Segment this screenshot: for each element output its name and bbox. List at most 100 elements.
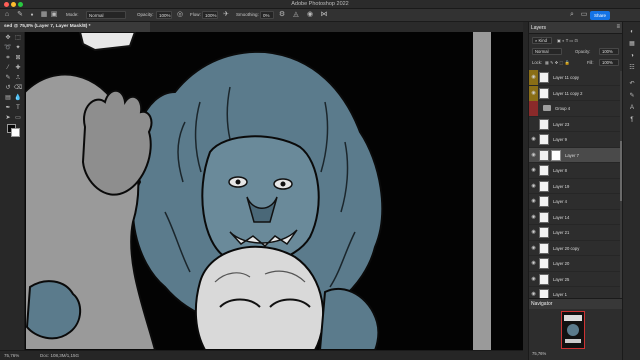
pen-tool-icon[interactable]: ✒ xyxy=(3,104,13,113)
fill-input[interactable]: 100% xyxy=(599,59,619,66)
layer-row[interactable]: Group 4 xyxy=(529,101,623,117)
document-canvas[interactable] xyxy=(25,32,523,350)
clone-stamp-icon[interactable]: ⎍ xyxy=(13,74,23,83)
home-icon[interactable]: ⌂ xyxy=(3,11,11,19)
layer-thumbnail[interactable] xyxy=(539,118,549,130)
workspace-icon[interactable]: ▭ xyxy=(580,11,588,19)
panel-toggle-icon[interactable]: ▣ xyxy=(50,11,58,19)
quick-select-icon[interactable]: ✦ xyxy=(13,44,23,53)
blend-mode-select[interactable]: Normal xyxy=(532,48,562,55)
layer-row[interactable]: ◉ Layer 7 xyxy=(529,147,623,163)
layer-row[interactable]: ◉ Layer 20 xyxy=(529,256,623,272)
lock-icons[interactable]: ▦ ✎ ✥ ⬚ 🔒 xyxy=(545,60,570,66)
layer-row[interactable]: ◉ Layer 4 xyxy=(529,194,623,210)
layer-thumbnail[interactable] xyxy=(539,211,549,223)
layer-thumbnail[interactable] xyxy=(539,72,549,83)
move-tool-icon[interactable]: ✥ xyxy=(3,34,13,43)
layer-row[interactable]: ◉ Layer 11 copy 2 xyxy=(529,85,623,101)
layer-row[interactable]: ◉ Layer 11 copy xyxy=(529,70,623,86)
brush-size-icon[interactable]: ● xyxy=(28,11,36,19)
panel-menu-icon[interactable]: ≡ xyxy=(616,24,620,30)
layer-mask-thumbnail[interactable] xyxy=(551,149,561,161)
crop-tool-icon[interactable]: ⌗ xyxy=(3,54,13,63)
layers-tab[interactable]: Layers xyxy=(531,25,546,31)
layer-thumbnail[interactable] xyxy=(539,180,549,192)
brush-tool-icon[interactable]: ✎ xyxy=(3,74,13,83)
layer-thumbnail[interactable] xyxy=(539,87,549,99)
pressure-opacity-icon[interactable]: ◎ xyxy=(176,11,184,19)
layer-visibility-eye-icon[interactable]: ◉ xyxy=(529,70,538,85)
layer-opacity-input[interactable]: 100% xyxy=(599,48,619,55)
flow-input[interactable]: 100% xyxy=(202,11,218,19)
layer-visibility-eye-icon[interactable]: ◉ xyxy=(529,225,538,240)
mode-select[interactable]: Normal xyxy=(86,11,126,19)
paragraph-panel-icon[interactable]: ¶ xyxy=(627,116,637,125)
smoothing-settings-icon[interactable]: ⚙ xyxy=(278,11,286,19)
share-button[interactable]: Share xyxy=(590,11,610,20)
layer-row[interactable]: ◉ Layer 9 xyxy=(529,132,623,148)
layer-row[interactable]: ◉ Layer 25 xyxy=(529,271,623,287)
layer-thumbnail[interactable] xyxy=(539,134,549,145)
layer-visibility-eye-icon[interactable]: ◉ xyxy=(529,132,538,147)
layer-visibility-eye-icon[interactable]: ◉ xyxy=(529,210,538,225)
layer-visibility-eye-icon[interactable]: ◉ xyxy=(529,148,538,163)
layer-visibility-eye-icon[interactable]: ◉ xyxy=(529,194,538,209)
adjustments-panel-icon[interactable]: ◑ xyxy=(627,52,637,61)
document-tab[interactable]: sed @ 75,8% (Layer 7, Layer Mask/8) * xyxy=(0,22,150,32)
layer-row[interactable]: Layer 23 xyxy=(529,116,623,132)
layer-thumbnail[interactable] xyxy=(539,273,549,285)
eyedropper-tool-icon[interactable]: ⁄ xyxy=(3,64,13,73)
layer-visibility-eye-icon[interactable]: ◉ xyxy=(529,241,538,256)
layer-thumbnail[interactable] xyxy=(539,165,549,176)
gradient-tool-icon[interactable]: ▤ xyxy=(3,94,13,103)
swatches-panel-icon[interactable]: ▦ xyxy=(627,40,637,49)
layer-row[interactable]: ◉ Layer 8 xyxy=(529,163,623,179)
type-tool-icon[interactable]: T xyxy=(13,104,23,113)
character-panel-icon[interactable]: A xyxy=(627,104,637,113)
search-icon[interactable]: ⌕ xyxy=(568,11,576,19)
frame-tool-icon[interactable]: ⊠ xyxy=(13,54,23,63)
layer-thumbnail[interactable] xyxy=(539,149,549,161)
layer-visibility-eye-icon[interactable] xyxy=(529,117,538,132)
brushes-panel-icon[interactable]: ✎ xyxy=(627,92,637,101)
document-size-readout[interactable]: Doc: 108,3M/1,15G xyxy=(40,353,79,358)
healing-tool-icon[interactable]: ✚ xyxy=(13,64,23,73)
blur-tool-icon[interactable]: 💧 xyxy=(13,94,23,103)
layer-visibility-eye-icon[interactable]: ◉ xyxy=(529,272,538,287)
filter-kind-select[interactable]: ⌕ Kind xyxy=(532,37,552,44)
airbrush-icon[interactable]: ✈ xyxy=(222,11,230,19)
layer-visibility-eye-icon[interactable]: ◉ xyxy=(529,85,538,101)
zoom-level-readout[interactable]: 75,76% xyxy=(4,353,19,358)
navigator-zoom-readout[interactable]: 75,76% xyxy=(532,351,546,356)
lasso-tool-icon[interactable]: ➰ xyxy=(3,44,13,53)
layer-row[interactable]: ◉ Layer 19 xyxy=(529,178,623,194)
filter-icons[interactable]: ▣ ◐ T ▭ ⊡ xyxy=(557,38,578,43)
history-brush-icon[interactable]: ↺ xyxy=(3,84,13,93)
layer-thumbnail[interactable] xyxy=(539,242,549,254)
pressure-size-icon[interactable]: ◉ xyxy=(306,11,314,19)
color-panel-icon[interactable]: ◐ xyxy=(627,28,637,37)
history-panel-icon[interactable]: ↶ xyxy=(627,80,637,89)
navigator-tab[interactable]: Navigator xyxy=(531,301,552,307)
layer-thumbnail[interactable] xyxy=(539,196,549,207)
brush-tool-preset-icon[interactable]: ✎ xyxy=(16,11,24,19)
opacity-input[interactable]: 100% xyxy=(156,11,172,19)
brush-angle-icon[interactable]: ◬ xyxy=(292,11,300,19)
properties-panel-icon[interactable]: ☷ xyxy=(627,64,637,73)
layer-row[interactable]: ◉ Layer 20 copy xyxy=(529,240,623,256)
layer-visibility-eye-icon[interactable]: ◉ xyxy=(529,256,538,271)
layer-thumbnail[interactable] xyxy=(539,227,549,238)
layer-row[interactable]: ◉ Layer 21 xyxy=(529,225,623,241)
brush-settings-icon[interactable]: ▦ xyxy=(40,11,48,19)
symmetry-icon[interactable]: ⋈ xyxy=(320,11,328,19)
layer-row[interactable]: ◉ Layer 14 xyxy=(529,209,623,225)
marquee-tool-icon[interactable]: ⬚ xyxy=(13,34,23,43)
background-color-swatch[interactable] xyxy=(11,128,20,137)
shape-tool-icon[interactable]: ▭ xyxy=(13,114,23,123)
layer-thumbnail[interactable] xyxy=(539,258,549,269)
layer-visibility-eye-icon[interactable]: ◉ xyxy=(529,179,538,194)
layer-visibility-eye-icon[interactable]: ◉ xyxy=(529,163,538,178)
layer-visibility-eye-icon[interactable] xyxy=(529,101,538,116)
eraser-tool-icon[interactable]: ⌫ xyxy=(13,84,23,93)
path-select-icon[interactable]: ➤ xyxy=(3,114,13,123)
